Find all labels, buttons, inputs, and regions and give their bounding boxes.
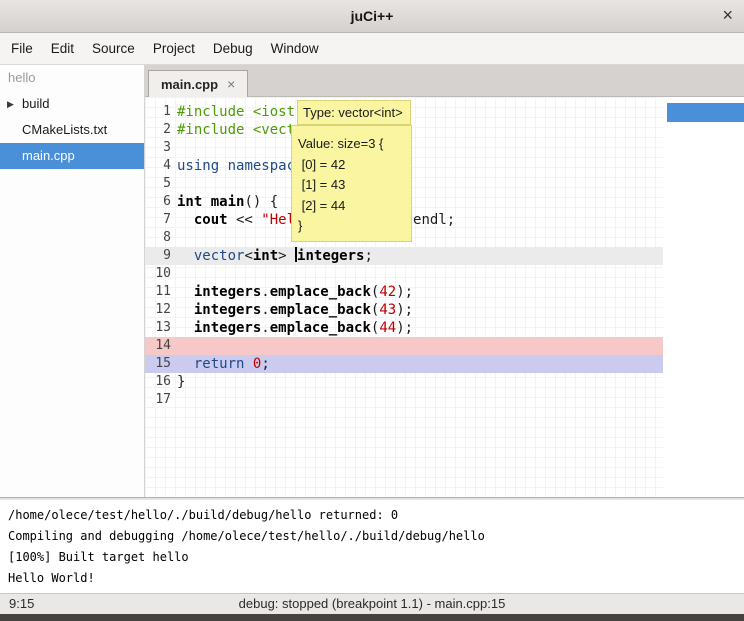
line-number[interactable]: 7 (145, 211, 177, 229)
line-number[interactable]: 11 (145, 283, 177, 301)
code-line-text: vector<int> integers; (177, 247, 373, 265)
code-line-text: integers.emplace_back(43); (177, 301, 413, 319)
code-line[interactable]: 15 return 0; (145, 355, 663, 373)
line-number[interactable]: 16 (145, 373, 177, 391)
terminal-line: [100%] Built target hello (8, 547, 736, 568)
window-title: juCi++ (0, 8, 744, 24)
status-time: 9:15 (9, 594, 34, 614)
terminal-output: /home/olece/test/hello/./build/debug/hel… (0, 500, 744, 593)
tree-item-label: main.cpp (22, 148, 75, 163)
tab-label: main.cpp (161, 77, 218, 92)
line-number[interactable]: 14 (145, 337, 177, 355)
project-name-label: hello (0, 65, 144, 91)
line-number[interactable]: 12 (145, 301, 177, 319)
terminal-line: Compiling and debugging /home/olece/test… (8, 526, 736, 547)
app-window: juCi++ × File Edit Source Project Debug … (0, 0, 744, 621)
tree-item-label: CMakeLists.txt (22, 122, 107, 137)
code-line[interactable]: 11 integers.emplace_back(42); (145, 283, 663, 301)
line-number[interactable]: 1 (145, 103, 177, 121)
status-message: debug: stopped (breakpoint 1.1) - main.c… (0, 594, 744, 614)
code-line[interactable]: 9 vector<int> integers; (145, 247, 663, 265)
tree-item-label: build (22, 96, 49, 111)
tab-maincpp[interactable]: main.cpp × (148, 70, 248, 97)
line-number[interactable]: 5 (145, 175, 177, 193)
line-number[interactable]: 9 (145, 247, 177, 265)
menu-debug[interactable]: Debug (204, 34, 262, 63)
code-line[interactable]: 16} (145, 373, 663, 391)
tree-item-build[interactable]: ▶ build (0, 91, 144, 117)
code-line-text: int main() { (177, 193, 278, 211)
code-line-text: } (177, 373, 185, 391)
code-editor[interactable]: 1#include <iostream>2#include <vector>34… (145, 97, 663, 497)
line-number[interactable]: 13 (145, 319, 177, 337)
terminal-line: /home/olece/test/hello/./build/debug/hel… (8, 505, 736, 526)
code-line-text: integers.emplace_back(42); (177, 283, 413, 301)
code-line[interactable]: 10 (145, 265, 663, 283)
code-line[interactable]: 14 (145, 337, 663, 355)
titlebar: juCi++ × (0, 0, 744, 33)
code-line-text: integers.emplace_back(44); (177, 319, 413, 337)
line-number[interactable]: 8 (145, 229, 177, 247)
menu-file[interactable]: File (2, 34, 42, 63)
code-line[interactable]: 13 integers.emplace_back(44); (145, 319, 663, 337)
menubar: File Edit Source Project Debug Window (0, 33, 744, 65)
tabbar: main.cpp × (145, 65, 744, 97)
window-bottom-edge (0, 614, 744, 621)
line-number[interactable]: 6 (145, 193, 177, 211)
line-number[interactable]: 4 (145, 157, 177, 175)
code-line-text: return 0; (177, 355, 270, 373)
menu-project[interactable]: Project (144, 34, 204, 63)
line-number[interactable]: 15 (145, 355, 177, 373)
menu-edit[interactable]: Edit (42, 34, 83, 63)
statusbar: 9:15 debug: stopped (breakpoint 1.1) - m… (0, 593, 744, 614)
line-number[interactable]: 17 (145, 391, 177, 409)
menu-window[interactable]: Window (262, 34, 328, 63)
debug-value-tooltip: Value: size=3 { [0] = 42 [1] = 43 [2] = … (291, 125, 412, 242)
code-line[interactable]: 12 integers.emplace_back(43); (145, 301, 663, 319)
expander-icon[interactable]: ▶ (7, 91, 14, 117)
line-number[interactable]: 10 (145, 265, 177, 283)
scrollbar-track[interactable] (663, 97, 744, 497)
tree-item-maincpp[interactable]: main.cpp (0, 143, 144, 169)
file-tree-panel: hello ▶ build CMakeLists.txt main.cpp (0, 65, 145, 497)
code-line[interactable]: 17 (145, 391, 663, 409)
line-number[interactable]: 3 (145, 139, 177, 157)
close-icon[interactable]: × (722, 5, 733, 26)
tab-close-icon[interactable]: × (227, 76, 235, 92)
terminal-line: Hello World! (8, 568, 736, 589)
menu-source[interactable]: Source (83, 34, 144, 63)
scrollbar-thumb[interactable] (667, 103, 744, 122)
debug-type-tooltip: Type: vector<int> (297, 100, 411, 125)
tree-item-cmakelists[interactable]: CMakeLists.txt (0, 117, 144, 143)
line-number[interactable]: 2 (145, 121, 177, 139)
